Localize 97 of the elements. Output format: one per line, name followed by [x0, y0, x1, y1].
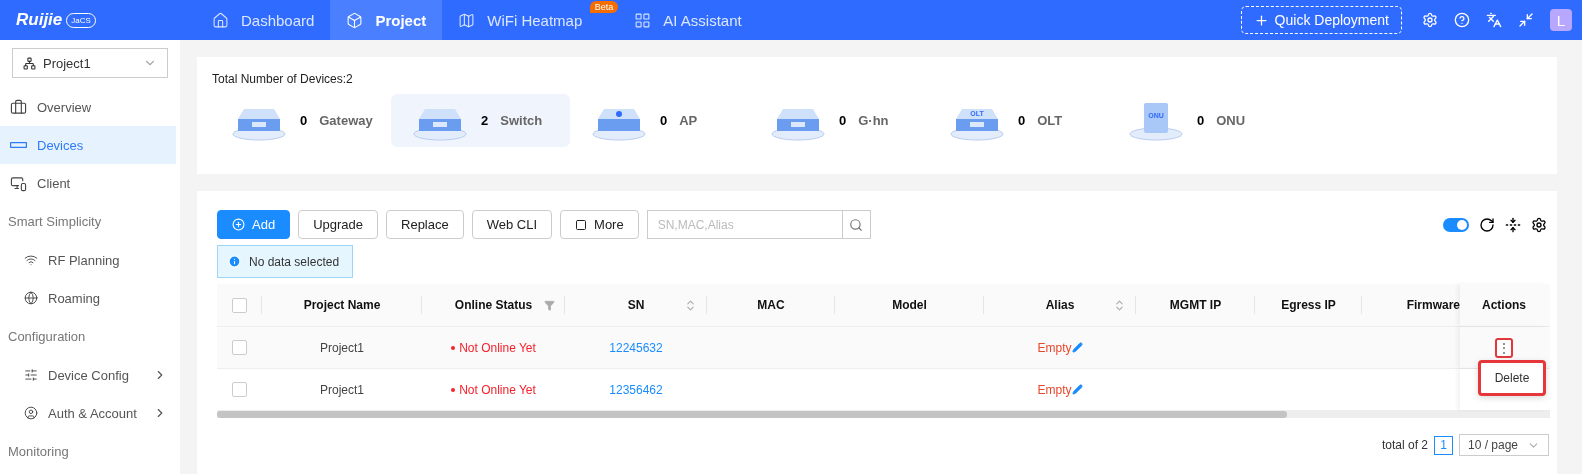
column-header: Model	[892, 298, 927, 312]
sidebar-section-title: Smart Simplicity	[7, 213, 103, 231]
nav-icon	[346, 11, 364, 29]
total-count: total of 2	[1381, 438, 1428, 452]
device-count: 0	[839, 113, 847, 128]
page-size-select[interactable]: 10 / page	[1459, 434, 1549, 456]
device-type-card[interactable]: 0 Gateway	[212, 94, 391, 147]
device-type-label: Switch	[500, 113, 543, 128]
search-icon	[849, 217, 864, 232]
column-header: Project Name	[303, 298, 381, 312]
sidebar-section-title: Monitoring	[7, 443, 70, 461]
project-select[interactable]: Project1	[12, 48, 168, 78]
edit-icon[interactable]	[1071, 384, 1083, 395]
fullscreen-icon[interactable]	[1518, 12, 1534, 28]
sidebar-icon	[24, 406, 38, 420]
beta-badge: Beta	[589, 1, 619, 13]
row-height-icon[interactable]	[1505, 216, 1521, 233]
table-cell: Not Online Yet	[459, 382, 536, 397]
device-type-card[interactable]: 0 G·hn	[749, 94, 928, 147]
alias-value: Empty	[1037, 340, 1072, 355]
sidebar-item[interactable]: Overview	[0, 88, 176, 126]
device-type-card[interactable]: 2 Switch	[391, 94, 570, 147]
sort-icon[interactable]	[684, 298, 697, 312]
delete-menu-item[interactable]: Delete	[1478, 360, 1546, 396]
selection-notice: No data selected	[217, 245, 353, 278]
device-type-label: OLT	[1037, 113, 1063, 128]
device-count: 0	[1018, 113, 1026, 128]
plus-icon	[232, 218, 245, 231]
column-header: Online Status	[454, 298, 533, 312]
summary-title: Total Number of Devices:2	[212, 72, 354, 86]
sidebar-icon	[10, 98, 27, 116]
device-type-label: ONU	[1216, 113, 1246, 128]
table-cell: Project1	[320, 382, 364, 397]
column-header: SN	[627, 298, 645, 312]
table-cell: Project1	[320, 340, 364, 355]
search-field[interactable]: SN,MAC,Alias	[646, 210, 843, 239]
nav-icon	[458, 11, 476, 29]
help-icon[interactable]	[1454, 12, 1470, 28]
column-header: MGMT IP	[1169, 298, 1222, 312]
toolbar-button[interactable]: Replace	[386, 210, 464, 239]
settings-icon[interactable]	[1531, 216, 1547, 233]
auto-refresh-switch[interactable]	[1443, 217, 1469, 232]
network-icon	[23, 56, 36, 70]
edit-icon[interactable]	[1071, 342, 1083, 353]
nav-icon	[634, 11, 652, 29]
column-header: Firmware	[1406, 298, 1460, 312]
filter-icon[interactable]	[544, 299, 555, 311]
sidebar-icon	[24, 368, 38, 382]
sidebar-icon	[10, 174, 27, 192]
status-dot	[451, 345, 456, 350]
sidebar-item[interactable]: Roaming	[0, 279, 176, 317]
checkbox[interactable]	[232, 382, 247, 397]
column-header: Actions	[1482, 298, 1526, 312]
toolbar-button[interactable]: Upgrade	[298, 210, 378, 239]
table-cell: Not Online Yet	[459, 340, 536, 355]
nav-tab[interactable]: Project	[330, 0, 443, 40]
device-count: 0	[1197, 113, 1205, 128]
language-icon[interactable]	[1486, 12, 1502, 28]
device-type-label: G·hn	[858, 113, 889, 128]
column-header: Egress IP	[1281, 298, 1336, 312]
logo: Ruijie	[16, 10, 63, 30]
more-actions-button[interactable]: ⋮	[1495, 337, 1513, 358]
toolbar-button[interactable]: Web CLI	[471, 210, 553, 239]
sidebar-item[interactable]: Devices	[0, 126, 176, 164]
alias-value: Empty	[1037, 382, 1072, 397]
column-header: Alias	[1045, 298, 1075, 312]
sidebar-item[interactable]: Client	[0, 164, 176, 202]
sort-icon[interactable]	[1113, 298, 1126, 312]
sidebar-item[interactable]: Device Config	[0, 356, 176, 394]
device-count: 2	[481, 113, 489, 128]
nav-tab[interactable]: AI Assistant	[618, 0, 758, 40]
plus-icon	[1253, 12, 1269, 28]
scrollbar[interactable]	[217, 411, 1550, 418]
device-count: 0	[660, 113, 668, 128]
toolbar-button[interactable]: More	[560, 210, 639, 239]
status-dot	[451, 387, 456, 392]
sidebar-icon	[24, 253, 38, 267]
quick-deployment-button[interactable]: Quick Deployment	[1240, 6, 1402, 34]
sidebar-icon	[10, 142, 27, 148]
info-icon	[228, 255, 241, 268]
column-header: MAC	[757, 298, 785, 312]
sidebar-icon	[24, 291, 38, 305]
nav-tab[interactable]: WiFi Heatmap	[442, 0, 585, 40]
sidebar-item[interactable]: RF Planning	[0, 241, 176, 279]
device-type-label: AP	[679, 113, 698, 128]
nav-icon	[212, 11, 229, 29]
refresh-icon[interactable]	[1479, 216, 1495, 233]
checkbox[interactable]	[232, 340, 247, 355]
device-type-card[interactable]: 0 AP	[570, 94, 749, 147]
sidebar-section-title: Configuration	[7, 328, 87, 346]
device-type-label: Gateway	[319, 113, 373, 128]
device-count: 0	[300, 113, 308, 128]
nav-tab[interactable]: Dashboard	[196, 0, 331, 40]
square-icon	[575, 218, 588, 231]
sidebar-item[interactable]: Auth & Account	[0, 394, 176, 432]
search-button[interactable]	[842, 210, 871, 239]
checkbox[interactable]	[232, 297, 247, 313]
